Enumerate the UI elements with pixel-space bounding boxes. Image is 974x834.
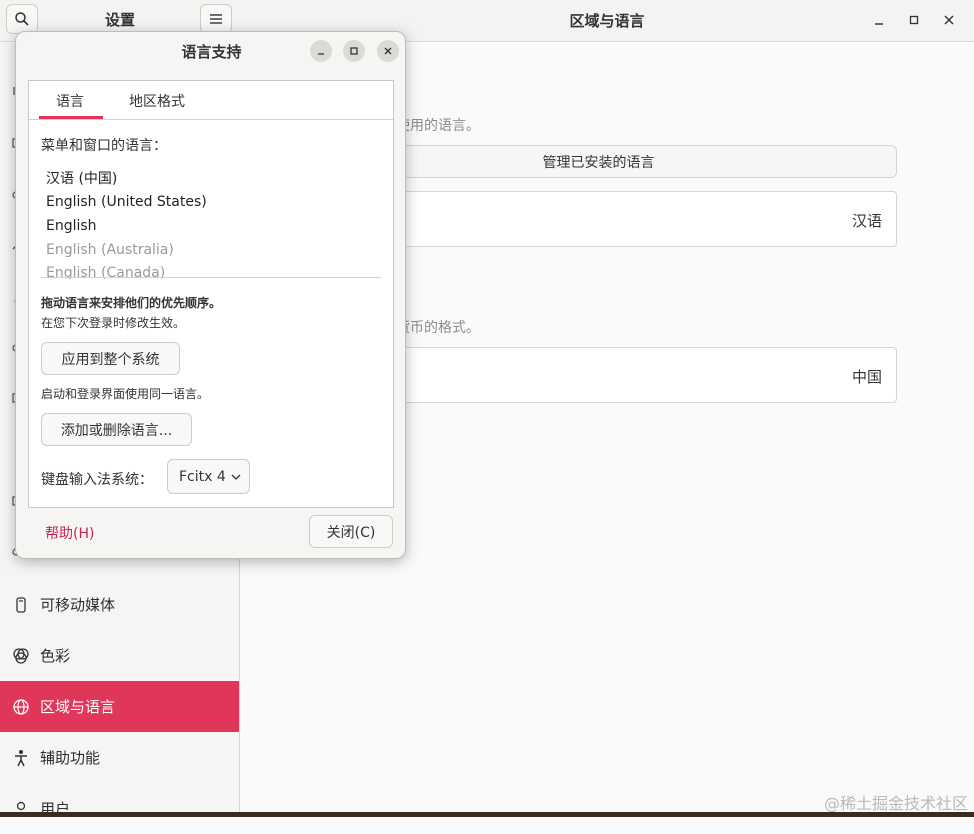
language-notebook: 语言 地区格式 菜单和窗口的语言： 汉语 (中国) English (Unite… bbox=[28, 80, 394, 508]
language-description: 使用的语言。 bbox=[396, 118, 480, 134]
next-login-hint: 在您下次登录时修改生效。 bbox=[41, 316, 186, 330]
maximize-button[interactable] bbox=[905, 11, 923, 29]
active-tab-indicator bbox=[39, 116, 103, 119]
add-remove-languages-button[interactable]: 添加或删除语言... bbox=[41, 413, 192, 446]
dialog-close-button[interactable] bbox=[377, 40, 399, 62]
page-title: 区域与语言 bbox=[569, 12, 645, 30]
removable-media-icon bbox=[12, 596, 30, 614]
accessibility-icon bbox=[12, 749, 30, 767]
desktop-background-strip bbox=[0, 812, 974, 817]
sidebar-item-removable-media[interactable]: 可移动媒体 bbox=[0, 579, 239, 630]
sidebar-item-accessibility[interactable]: 辅助功能 bbox=[0, 732, 239, 783]
tab-language[interactable]: 语言 bbox=[56, 91, 84, 111]
color-icon bbox=[12, 647, 30, 665]
apply-system-wide-button[interactable]: 应用到整个系统 bbox=[41, 342, 180, 375]
globe-icon bbox=[12, 698, 30, 716]
chevron-down-icon bbox=[231, 474, 241, 480]
formats-description: 货币的格式。 bbox=[396, 320, 480, 336]
list-item[interactable]: English (United States) bbox=[46, 194, 207, 210]
menu-language-label: 菜单和窗口的语言： bbox=[41, 138, 167, 154]
dialog-close-text-button[interactable]: 关闭(C) bbox=[309, 515, 393, 548]
dialog-maximize-button[interactable] bbox=[343, 40, 365, 62]
sidebar-item-label: 可移动媒体 bbox=[40, 596, 116, 614]
drag-hint: 拖动语言来安排他们的优先顺序。 bbox=[41, 296, 222, 310]
close-window-button[interactable] bbox=[940, 11, 958, 29]
watermark: @稀土掘金技术社区 bbox=[823, 794, 968, 813]
minimize-button[interactable] bbox=[870, 11, 888, 29]
divider bbox=[41, 277, 381, 278]
hamburger-menu-icon bbox=[210, 14, 222, 24]
maximize-icon bbox=[350, 47, 358, 55]
minimize-icon bbox=[318, 53, 324, 55]
list-item[interactable]: English bbox=[46, 218, 97, 234]
keyboard-input-label: 键盘输入法系统： bbox=[41, 472, 153, 488]
language-value: 汉语 bbox=[851, 212, 882, 230]
formats-value: 中国 bbox=[851, 368, 882, 386]
sidebar-item-region-language[interactable]: 区域与语言 bbox=[0, 681, 239, 732]
tab-bar: 语言 地区格式 bbox=[29, 81, 393, 120]
list-item[interactable]: English (Australia) bbox=[46, 242, 174, 258]
sidebar-item-label: 辅助功能 bbox=[40, 749, 101, 767]
sidebar-item-label: 色彩 bbox=[40, 647, 71, 665]
dialog-minimize-button[interactable] bbox=[310, 40, 332, 62]
language-support-dialog: 语言支持 语言 地区格式 菜单和窗口的语言： 汉语 (中国) English (… bbox=[15, 31, 406, 559]
close-icon bbox=[384, 47, 392, 55]
keyboard-input-select[interactable]: Fcitx 4 bbox=[167, 459, 250, 494]
close-icon bbox=[944, 15, 954, 25]
list-item[interactable]: 汉语 (中国) bbox=[46, 168, 117, 188]
help-link[interactable]: 帮助(H) bbox=[45, 523, 94, 543]
sidebar-item-color[interactable]: 色彩 bbox=[0, 630, 239, 681]
tab-regional-formats[interactable]: 地区格式 bbox=[129, 91, 185, 111]
apply-hint: 启动和登录界面使用同一语言。 bbox=[41, 387, 210, 401]
maximize-icon bbox=[909, 15, 919, 25]
sidebar-item-users[interactable]: 用户 bbox=[0, 783, 239, 834]
keyboard-input-value: Fcitx 4 bbox=[179, 468, 226, 485]
minimize-icon bbox=[875, 23, 883, 25]
sidebar-item-label: 区域与语言 bbox=[40, 698, 116, 716]
menu-button[interactable] bbox=[200, 4, 232, 34]
